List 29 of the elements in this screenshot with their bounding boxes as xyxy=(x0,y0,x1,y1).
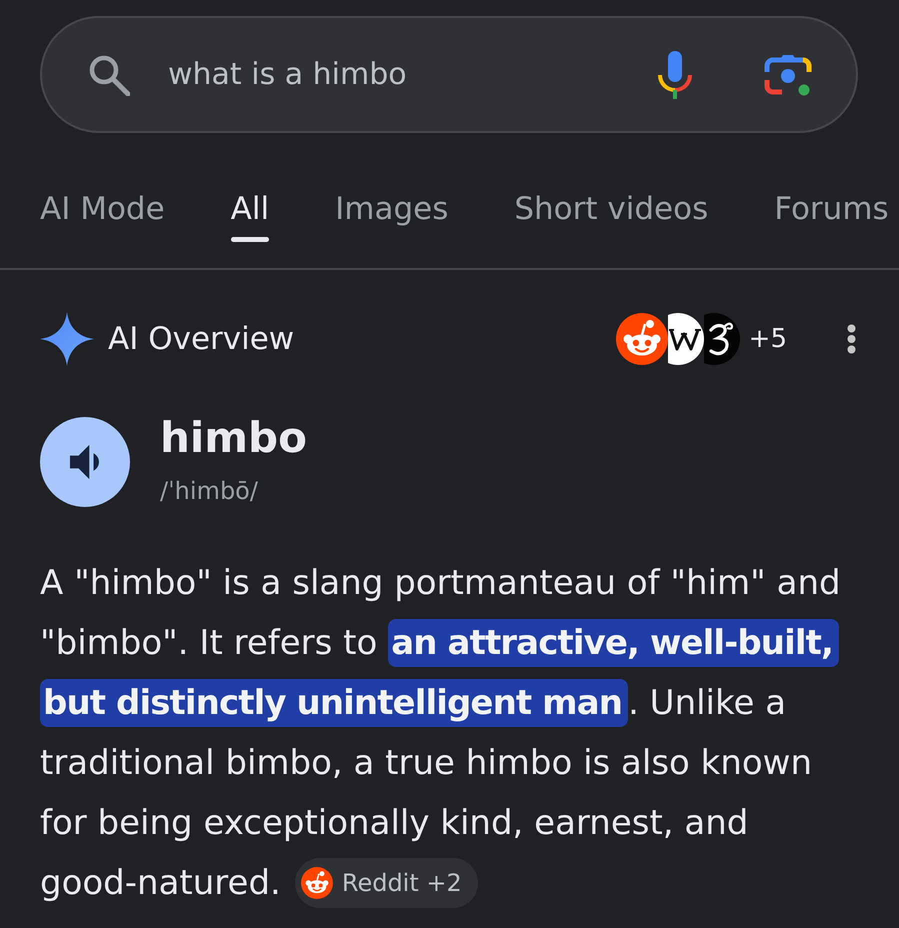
search-input[interactable]: what is a himbo xyxy=(168,57,658,92)
overview-text: good-natured. xyxy=(40,862,281,905)
search-icon xyxy=(88,54,130,96)
microphone-icon[interactable] xyxy=(658,50,692,98)
search-tab[interactable]: All xyxy=(230,189,270,242)
pronunciation: /ˈhimbō/ xyxy=(160,477,259,505)
term-word: himbo xyxy=(160,413,307,463)
sparkle-icon xyxy=(40,312,94,366)
search-tab[interactable]: AI Mode xyxy=(40,189,165,242)
search-tab[interactable]: Images xyxy=(335,189,448,242)
overview-text: "bimbo". It refers to xyxy=(40,622,378,665)
highlighted-phrase: but distinctly unintelligent man xyxy=(40,679,628,727)
search-tab[interactable]: Short videos xyxy=(514,189,708,242)
swirl-icon[interactable] xyxy=(704,313,740,365)
overview-text: . Unlike a xyxy=(628,682,786,725)
overview-text: A "himbo" is a slang portmanteau of "him" and xyxy=(40,562,841,605)
reddit-icon xyxy=(300,867,333,899)
citation-chip[interactable]: Reddit +2 xyxy=(294,858,478,908)
overview-text: for being exceptionally kind, earnest, and xyxy=(40,802,748,845)
reddit-icon[interactable] xyxy=(616,313,668,365)
wikipedia-icon[interactable] xyxy=(668,313,704,365)
more-options-icon[interactable] xyxy=(847,324,856,354)
overview-title: AI Overview xyxy=(108,321,294,357)
overview-text: traditional bimbo, a true himbo is also known xyxy=(40,742,812,785)
speaker-icon xyxy=(70,444,100,480)
search-tab[interactable]: Forums xyxy=(774,189,889,242)
camera-icon[interactable] xyxy=(764,52,812,96)
more-sources-count[interactable]: +5 xyxy=(748,324,787,354)
highlighted-phrase: an attractive, well-built, xyxy=(388,619,839,667)
